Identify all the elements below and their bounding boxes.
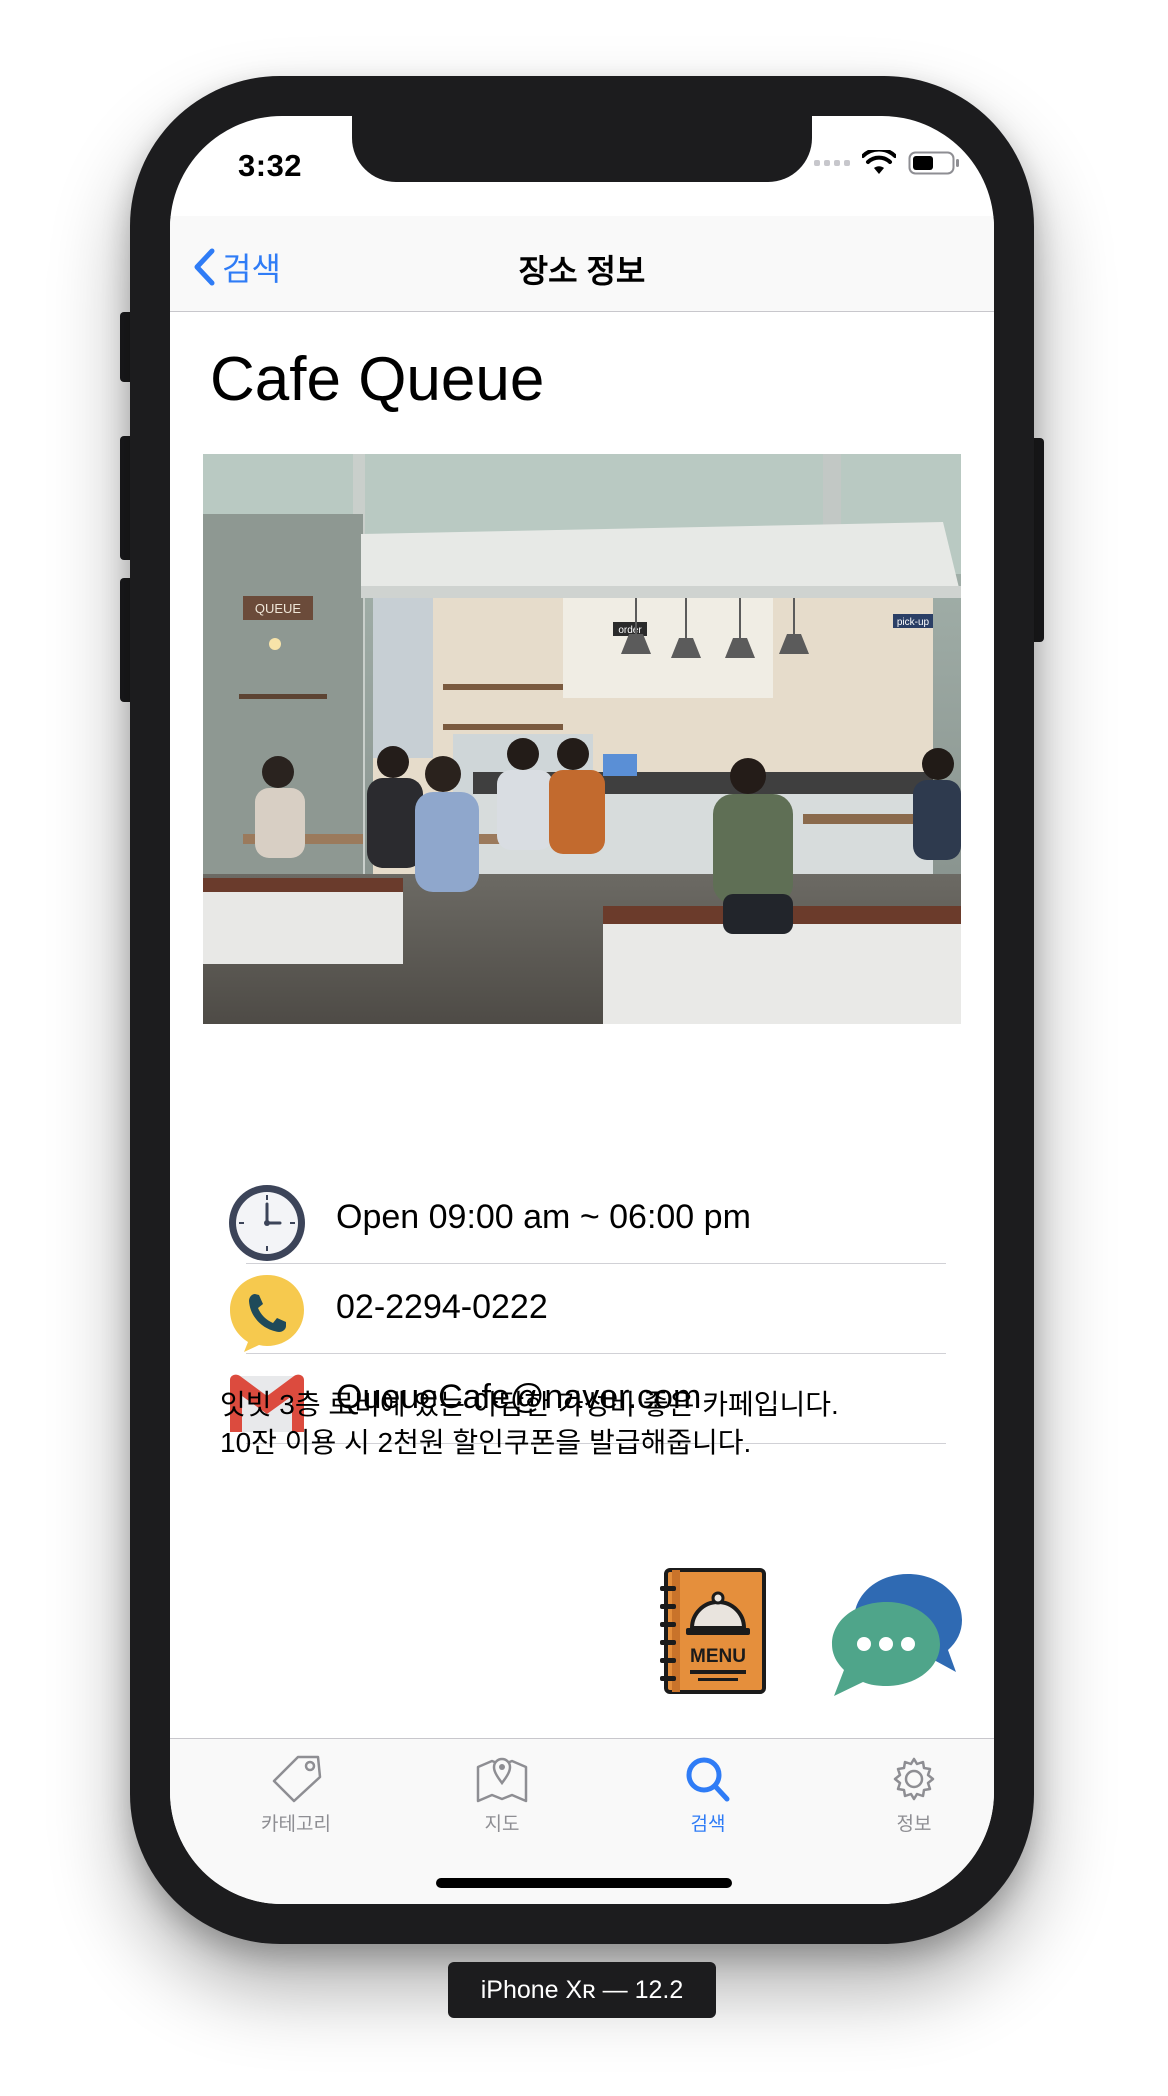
tab-label: 지도	[484, 1814, 520, 1835]
signal-icon	[814, 160, 850, 166]
tab-search[interactable]: 검색	[638, 1753, 778, 1836]
tab-info[interactable]: 정보	[844, 1753, 984, 1836]
home-indicator[interactable]	[436, 1878, 732, 1888]
status-icons	[814, 150, 960, 176]
tab-label: 정보	[896, 1814, 932, 1835]
tag-icon	[272, 1755, 322, 1803]
device-label: iPhone Xʀ — 12.2	[448, 1962, 716, 2018]
chat-button[interactable]	[828, 1572, 964, 1698]
hours-row: Open 09:00 am ~ 06:00 pm	[226, 1174, 946, 1264]
cafe-photo: QUEUE order pick-up	[203, 454, 961, 1024]
phone-row[interactable]: 02-2294-0222	[226, 1264, 946, 1354]
gear-icon	[893, 1757, 935, 1801]
menu-button[interactable]: MENU	[658, 1566, 768, 1696]
screen: 3:32 검색 장소 정보 Cafe Queue QUEUE order pic…	[170, 116, 994, 1904]
photo-sign-pickup: pick-up	[897, 617, 930, 628]
battery-icon	[908, 151, 959, 175]
phone-text: 02-2294-0222	[336, 1288, 548, 1326]
menu-book-icon: MENU	[660, 1568, 766, 1694]
iphone-frame: 3:32 검색 장소 정보 Cafe Queue QUEUE order pic…	[130, 76, 1034, 1944]
clock-icon	[229, 1185, 305, 1261]
notch	[352, 116, 812, 182]
status-time: 3:32	[238, 148, 303, 183]
place-title: Cafe Queue	[210, 345, 545, 414]
wifi-icon	[862, 150, 896, 174]
tab-label: 검색	[690, 1814, 726, 1835]
phone-icon	[230, 1275, 304, 1352]
chat-bubbles-icon	[832, 1574, 962, 1696]
hours-text: Open 09:00 am ~ 06:00 pm	[336, 1198, 751, 1236]
tab-map[interactable]: 지도	[432, 1753, 572, 1836]
description-line-1: 잇빗 3층 로비에 있는 아담한 가성비 좋은 카페입니다.	[220, 1389, 839, 1420]
simulator-stage: 3:32 검색 장소 정보 Cafe Queue QUEUE order pic…	[0, 0, 1168, 2096]
navigation-bar: 검색 장소 정보	[170, 216, 994, 312]
map-icon	[476, 1757, 528, 1803]
search-icon	[686, 1757, 730, 1802]
nav-title: 장소 정보	[518, 253, 646, 289]
menu-button-label: MENU	[690, 1646, 746, 1667]
tab-category[interactable]: 카테고리	[226, 1753, 366, 1836]
tab-label: 카테고리	[261, 1814, 331, 1835]
photo-sign-brand: QUEUE	[255, 601, 302, 616]
description-line-2: 10잔 이용 시 2천원 할인쿠폰을 발급해줍니다.	[220, 1427, 752, 1458]
place-description: 잇빗 3층 로비에 있는 아담한 가성비 좋은 카페입니다. 10잔 이용 시 …	[220, 1386, 839, 1462]
